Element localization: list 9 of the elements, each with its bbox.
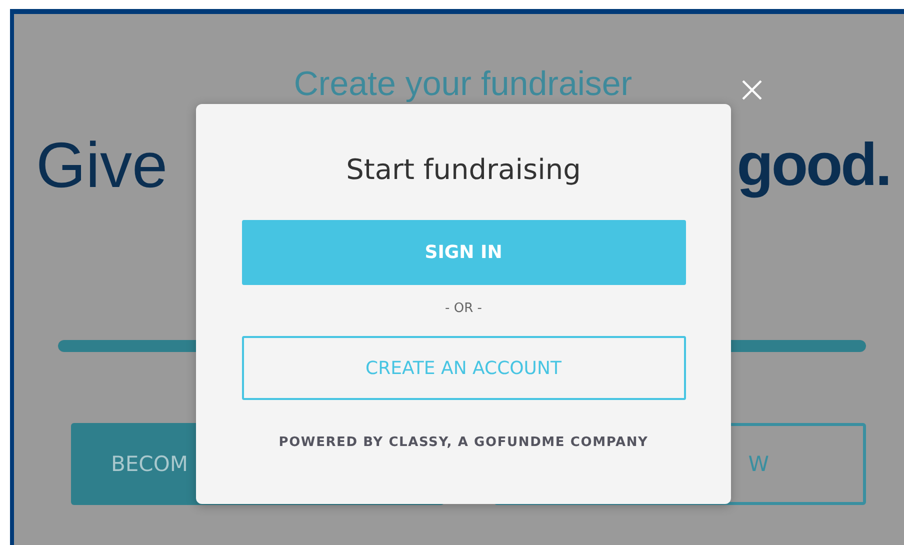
page-heading: Give [36, 128, 168, 203]
or-separator: - OR - [445, 301, 482, 317]
powered-by-text: POWERED BY CLASSY, A GOFUNDME COMPANY [278, 435, 648, 450]
page-heading: good. [736, 130, 890, 200]
close-icon[interactable] [741, 79, 763, 101]
create-account-button[interactable]: CREATE AN ACCOUNT [242, 336, 686, 400]
modal-title: Start fundraising [346, 152, 581, 188]
page-subtitle: Create your fundraiser [294, 66, 632, 102]
sign-in-button[interactable]: SIGN IN [242, 220, 686, 285]
